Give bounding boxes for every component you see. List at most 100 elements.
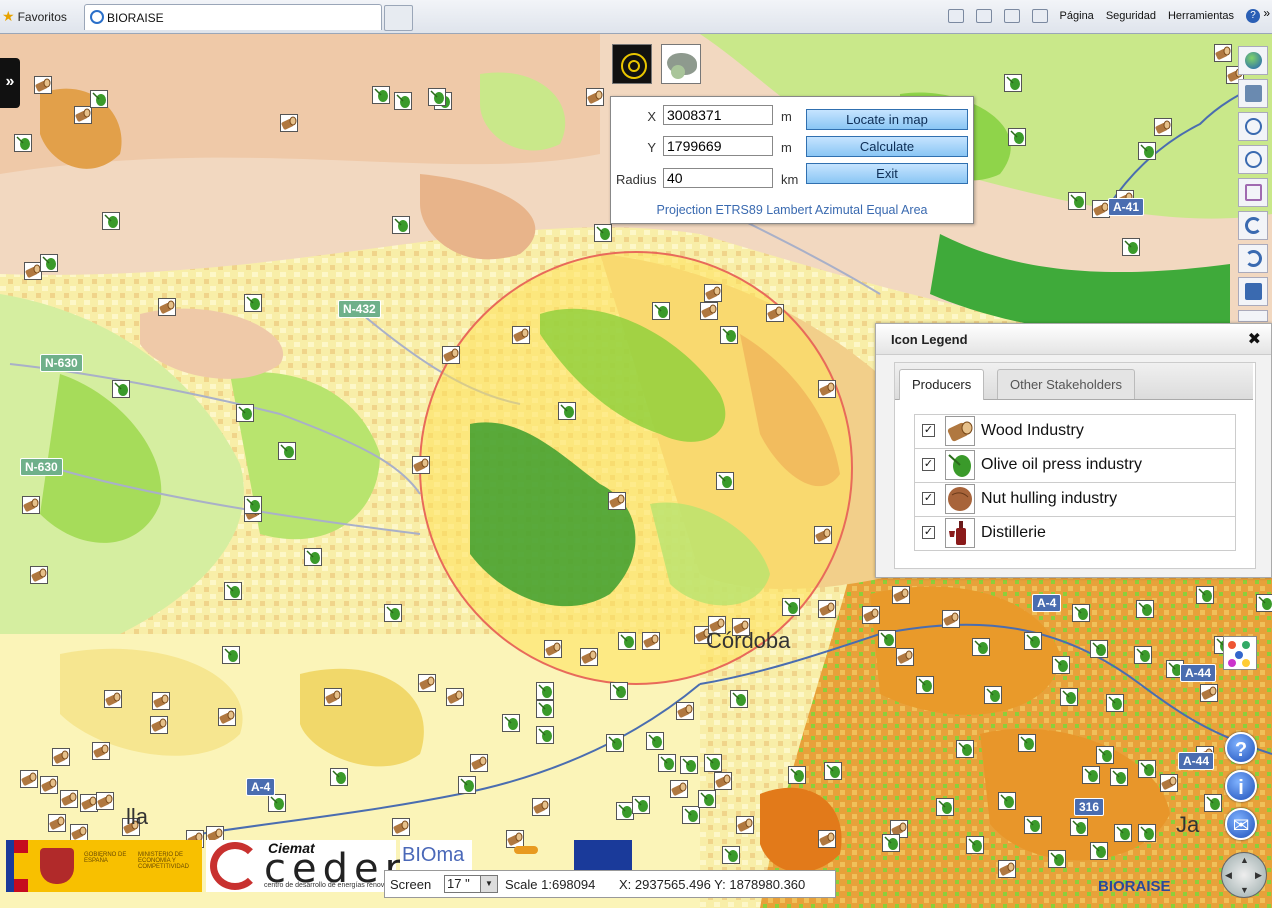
olive-marker-icon[interactable] xyxy=(536,700,554,718)
olive-marker-icon[interactable] xyxy=(998,792,1016,810)
wood-marker-icon[interactable] xyxy=(532,798,550,816)
area-tool-button[interactable] xyxy=(661,44,701,84)
wood-marker-icon[interactable] xyxy=(818,380,836,398)
wood-marker-icon[interactable] xyxy=(48,814,66,832)
olive-marker-icon[interactable] xyxy=(236,404,254,422)
tab-other-stakeholders[interactable]: Other Stakeholders xyxy=(997,369,1136,399)
wood-marker-icon[interactable] xyxy=(714,772,732,790)
overflow-chevron[interactable]: » xyxy=(1263,6,1270,20)
olive-marker-icon[interactable] xyxy=(1018,734,1036,752)
olive-marker-icon[interactable] xyxy=(878,630,896,648)
olive-marker-icon[interactable] xyxy=(1196,586,1214,604)
wood-marker-icon[interactable] xyxy=(104,690,122,708)
wood-marker-icon[interactable] xyxy=(96,792,114,810)
wood-marker-icon[interactable] xyxy=(642,632,660,650)
radius-input[interactable] xyxy=(663,168,773,188)
screen-size-select[interactable]: 17 " ▼ xyxy=(444,875,498,893)
olive-marker-icon[interactable] xyxy=(90,90,108,108)
olive-marker-icon[interactable] xyxy=(788,766,806,784)
wood-marker-icon[interactable] xyxy=(608,492,626,510)
print-icon[interactable] xyxy=(1031,9,1048,23)
olive-marker-icon[interactable] xyxy=(594,224,612,242)
undo-button[interactable] xyxy=(1238,211,1268,240)
wood-marker-icon[interactable] xyxy=(1160,774,1178,792)
wood-marker-icon[interactable] xyxy=(418,674,436,692)
olive-marker-icon[interactable] xyxy=(244,496,262,514)
x-input[interactable] xyxy=(663,105,773,125)
olive-marker-icon[interactable] xyxy=(394,92,412,110)
olive-marker-icon[interactable] xyxy=(1048,850,1066,868)
olive-marker-icon[interactable] xyxy=(244,294,262,312)
wood-marker-icon[interactable] xyxy=(442,346,460,364)
olive-marker-icon[interactable] xyxy=(1138,142,1156,160)
browser-tab[interactable]: BIORAISE xyxy=(84,4,382,30)
pan-control[interactable]: ▲ ▼ ◀ ▶ xyxy=(1221,852,1267,898)
olive-marker-icon[interactable] xyxy=(304,548,322,566)
new-tab-button[interactable] xyxy=(384,5,413,31)
wood-marker-icon[interactable] xyxy=(586,88,604,106)
tab-producers[interactable]: Producers xyxy=(899,369,985,400)
olive-marker-icon[interactable] xyxy=(458,776,476,794)
wood-marker-icon[interactable] xyxy=(814,526,832,544)
distillerie-checkbox[interactable]: ✓ xyxy=(922,526,935,539)
olive-marker-icon[interactable] xyxy=(916,676,934,694)
olive-marker-icon[interactable] xyxy=(14,134,32,152)
wood-marker-icon[interactable] xyxy=(676,702,694,720)
layers-button[interactable] xyxy=(1238,310,1268,322)
olive-marker-icon[interactable] xyxy=(558,402,576,420)
olive-marker-icon[interactable] xyxy=(330,768,348,786)
select-tool-button[interactable] xyxy=(1238,79,1268,108)
pan-down-icon[interactable]: ▼ xyxy=(1240,885,1249,895)
olive-marker-icon[interactable] xyxy=(782,598,800,616)
olive-marker-icon[interactable] xyxy=(372,86,390,104)
olive-marker-icon[interactable] xyxy=(102,212,120,230)
olive-marker-icon[interactable] xyxy=(384,604,402,622)
wood-marker-icon[interactable] xyxy=(60,790,78,808)
wood-marker-icon[interactable] xyxy=(736,816,754,834)
wood-marker-icon[interactable] xyxy=(446,688,464,706)
olive-marker-icon[interactable] xyxy=(610,682,628,700)
olive-marker-icon[interactable] xyxy=(1004,74,1022,92)
zoom-out-button[interactable] xyxy=(1238,145,1268,174)
wood-marker-icon[interactable] xyxy=(766,304,784,322)
menu-page[interactable]: Página xyxy=(1060,10,1094,22)
wood-marker-icon[interactable] xyxy=(412,456,430,474)
wood-marker-icon[interactable] xyxy=(22,496,40,514)
feeds-icon[interactable] xyxy=(975,9,992,23)
wood-marker-icon[interactable] xyxy=(34,76,52,94)
olive-checkbox[interactable]: ✓ xyxy=(922,458,935,471)
y-input[interactable] xyxy=(663,136,773,156)
home-icon[interactable] xyxy=(947,9,964,23)
olive-marker-icon[interactable] xyxy=(392,216,410,234)
wood-marker-icon[interactable] xyxy=(150,716,168,734)
wood-marker-icon[interactable] xyxy=(512,326,530,344)
wood-marker-icon[interactable] xyxy=(818,830,836,848)
olive-marker-icon[interactable] xyxy=(1096,746,1114,764)
wood-marker-icon[interactable] xyxy=(92,742,110,760)
wood-marker-icon[interactable] xyxy=(20,770,38,788)
olive-marker-icon[interactable] xyxy=(658,754,676,772)
expand-panel-button[interactable]: » xyxy=(0,58,20,108)
nut-checkbox[interactable]: ✓ xyxy=(922,492,935,505)
olive-marker-icon[interactable] xyxy=(618,632,636,650)
wood-marker-icon[interactable] xyxy=(158,298,176,316)
olive-marker-icon[interactable] xyxy=(112,380,130,398)
olive-marker-icon[interactable] xyxy=(1090,640,1108,658)
olive-marker-icon[interactable] xyxy=(730,690,748,708)
pan-up-icon[interactable]: ▲ xyxy=(1240,855,1249,865)
olive-marker-icon[interactable] xyxy=(222,646,240,664)
wood-marker-icon[interactable] xyxy=(152,692,170,710)
olive-marker-icon[interactable] xyxy=(1138,824,1156,842)
wood-marker-icon[interactable] xyxy=(324,688,342,706)
olive-marker-icon[interactable] xyxy=(1256,594,1272,612)
olive-marker-icon[interactable] xyxy=(1110,768,1128,786)
wood-marker-icon[interactable] xyxy=(218,708,236,726)
menu-tools[interactable]: Herramientas xyxy=(1168,10,1234,22)
olive-marker-icon[interactable] xyxy=(1136,600,1154,618)
zoom-in-button[interactable] xyxy=(1238,112,1268,141)
olive-marker-icon[interactable] xyxy=(1090,842,1108,860)
olive-marker-icon[interactable] xyxy=(1122,238,1140,256)
olive-marker-icon[interactable] xyxy=(722,846,740,864)
olive-marker-icon[interactable] xyxy=(606,734,624,752)
olive-marker-icon[interactable] xyxy=(984,686,1002,704)
